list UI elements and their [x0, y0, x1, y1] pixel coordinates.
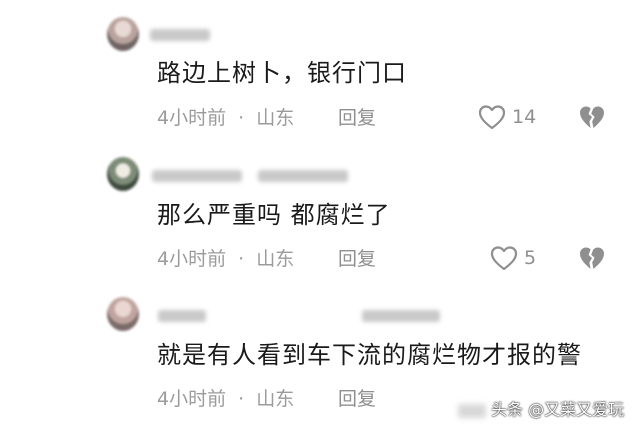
- comment-location: 山东: [256, 248, 295, 270]
- like-count: 14: [512, 106, 537, 128]
- like-count: 5: [524, 247, 537, 269]
- broken-heart-icon: [578, 247, 606, 275]
- comment-location: 山东: [256, 107, 295, 129]
- reply-button[interactable]: 回复: [338, 247, 376, 271]
- heart-outline-icon: [478, 104, 506, 130]
- meta-separator: ·: [238, 248, 245, 270]
- reply-button[interactable]: 回复: [338, 106, 376, 130]
- dislike-button[interactable]: [578, 245, 606, 275]
- like-button[interactable]: 5: [490, 245, 536, 271]
- heart-outline-icon: [490, 245, 518, 271]
- reply-button[interactable]: 回复: [338, 387, 376, 411]
- like-button[interactable]: 14: [478, 104, 536, 130]
- comment-meta: 4小时前 · 山东: [157, 247, 294, 271]
- comment-text: 那么严重吗 都腐烂了: [157, 201, 391, 229]
- comment-meta: 4小时前 · 山东: [157, 106, 294, 130]
- comment-text: 就是有人看到车下流的腐烂物才报的警: [157, 341, 582, 369]
- username-redacted[interactable]: [152, 170, 242, 182]
- meta-separator: ·: [238, 107, 245, 129]
- username-redacted[interactable]: [150, 29, 210, 41]
- comment-time: 4小时前: [157, 107, 227, 129]
- avatar[interactable]: [107, 17, 139, 51]
- comment-meta: 4小时前 · 山东: [157, 387, 294, 411]
- comment-time: 4小时前: [157, 248, 227, 270]
- username-redacted[interactable]: [158, 310, 206, 322]
- username-redacted[interactable]: [362, 310, 440, 322]
- comment-time: 4小时前: [157, 388, 227, 410]
- blurred-area: [458, 404, 486, 418]
- comment-location: 山东: [256, 388, 295, 410]
- comment-text: 路边上树卜，银行门口: [157, 59, 407, 87]
- dislike-button[interactable]: [578, 104, 606, 134]
- avatar[interactable]: [107, 157, 139, 191]
- avatar[interactable]: [107, 297, 139, 331]
- broken-heart-icon: [578, 106, 606, 134]
- username-redacted[interactable]: [258, 170, 348, 182]
- meta-separator: ·: [238, 388, 245, 410]
- watermark: 头条 @又菜又爱玩: [491, 400, 625, 419]
